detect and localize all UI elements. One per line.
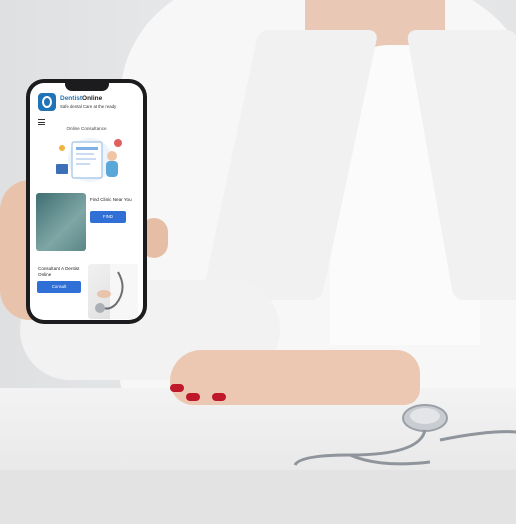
nail-polish — [212, 393, 226, 401]
hamburger-menu-icon[interactable] — [38, 119, 45, 125]
consult-dentist-title: Consultant A Dentist Online — [38, 266, 80, 277]
stethoscope-icon — [293, 404, 516, 466]
consult-button[interactable]: Consult — [37, 281, 81, 293]
floor-area — [0, 470, 516, 524]
nail-polish — [186, 393, 200, 401]
tooth-logo-icon — [38, 93, 56, 111]
phone-notch — [65, 83, 109, 91]
doctor-stethoscope-photo — [88, 264, 138, 319]
tagline: Safe dental Care at the ready — [60, 104, 117, 109]
brand-name: DentistOnline — [60, 95, 102, 102]
smartphone: DentistOnline Safe dental Care at the re… — [26, 79, 147, 324]
phone-screen: DentistOnline Safe dental Care at the re… — [30, 83, 143, 320]
nail-polish — [170, 384, 184, 392]
resting-hand — [170, 350, 420, 405]
clinic-photo — [36, 193, 86, 251]
consultation-illustration — [56, 138, 122, 182]
photo-scene: DentistOnline Safe dental Care at the re… — [0, 0, 516, 524]
find-clinic-title: Find Clinic Near You — [90, 197, 132, 202]
stethoscope-icon — [95, 264, 138, 319]
section-title: Online Consultance — [66, 126, 107, 131]
find-button[interactable]: FIND — [90, 211, 126, 223]
brand-part-2: Online — [82, 95, 103, 102]
brand-part-1: Dentist — [60, 95, 83, 102]
